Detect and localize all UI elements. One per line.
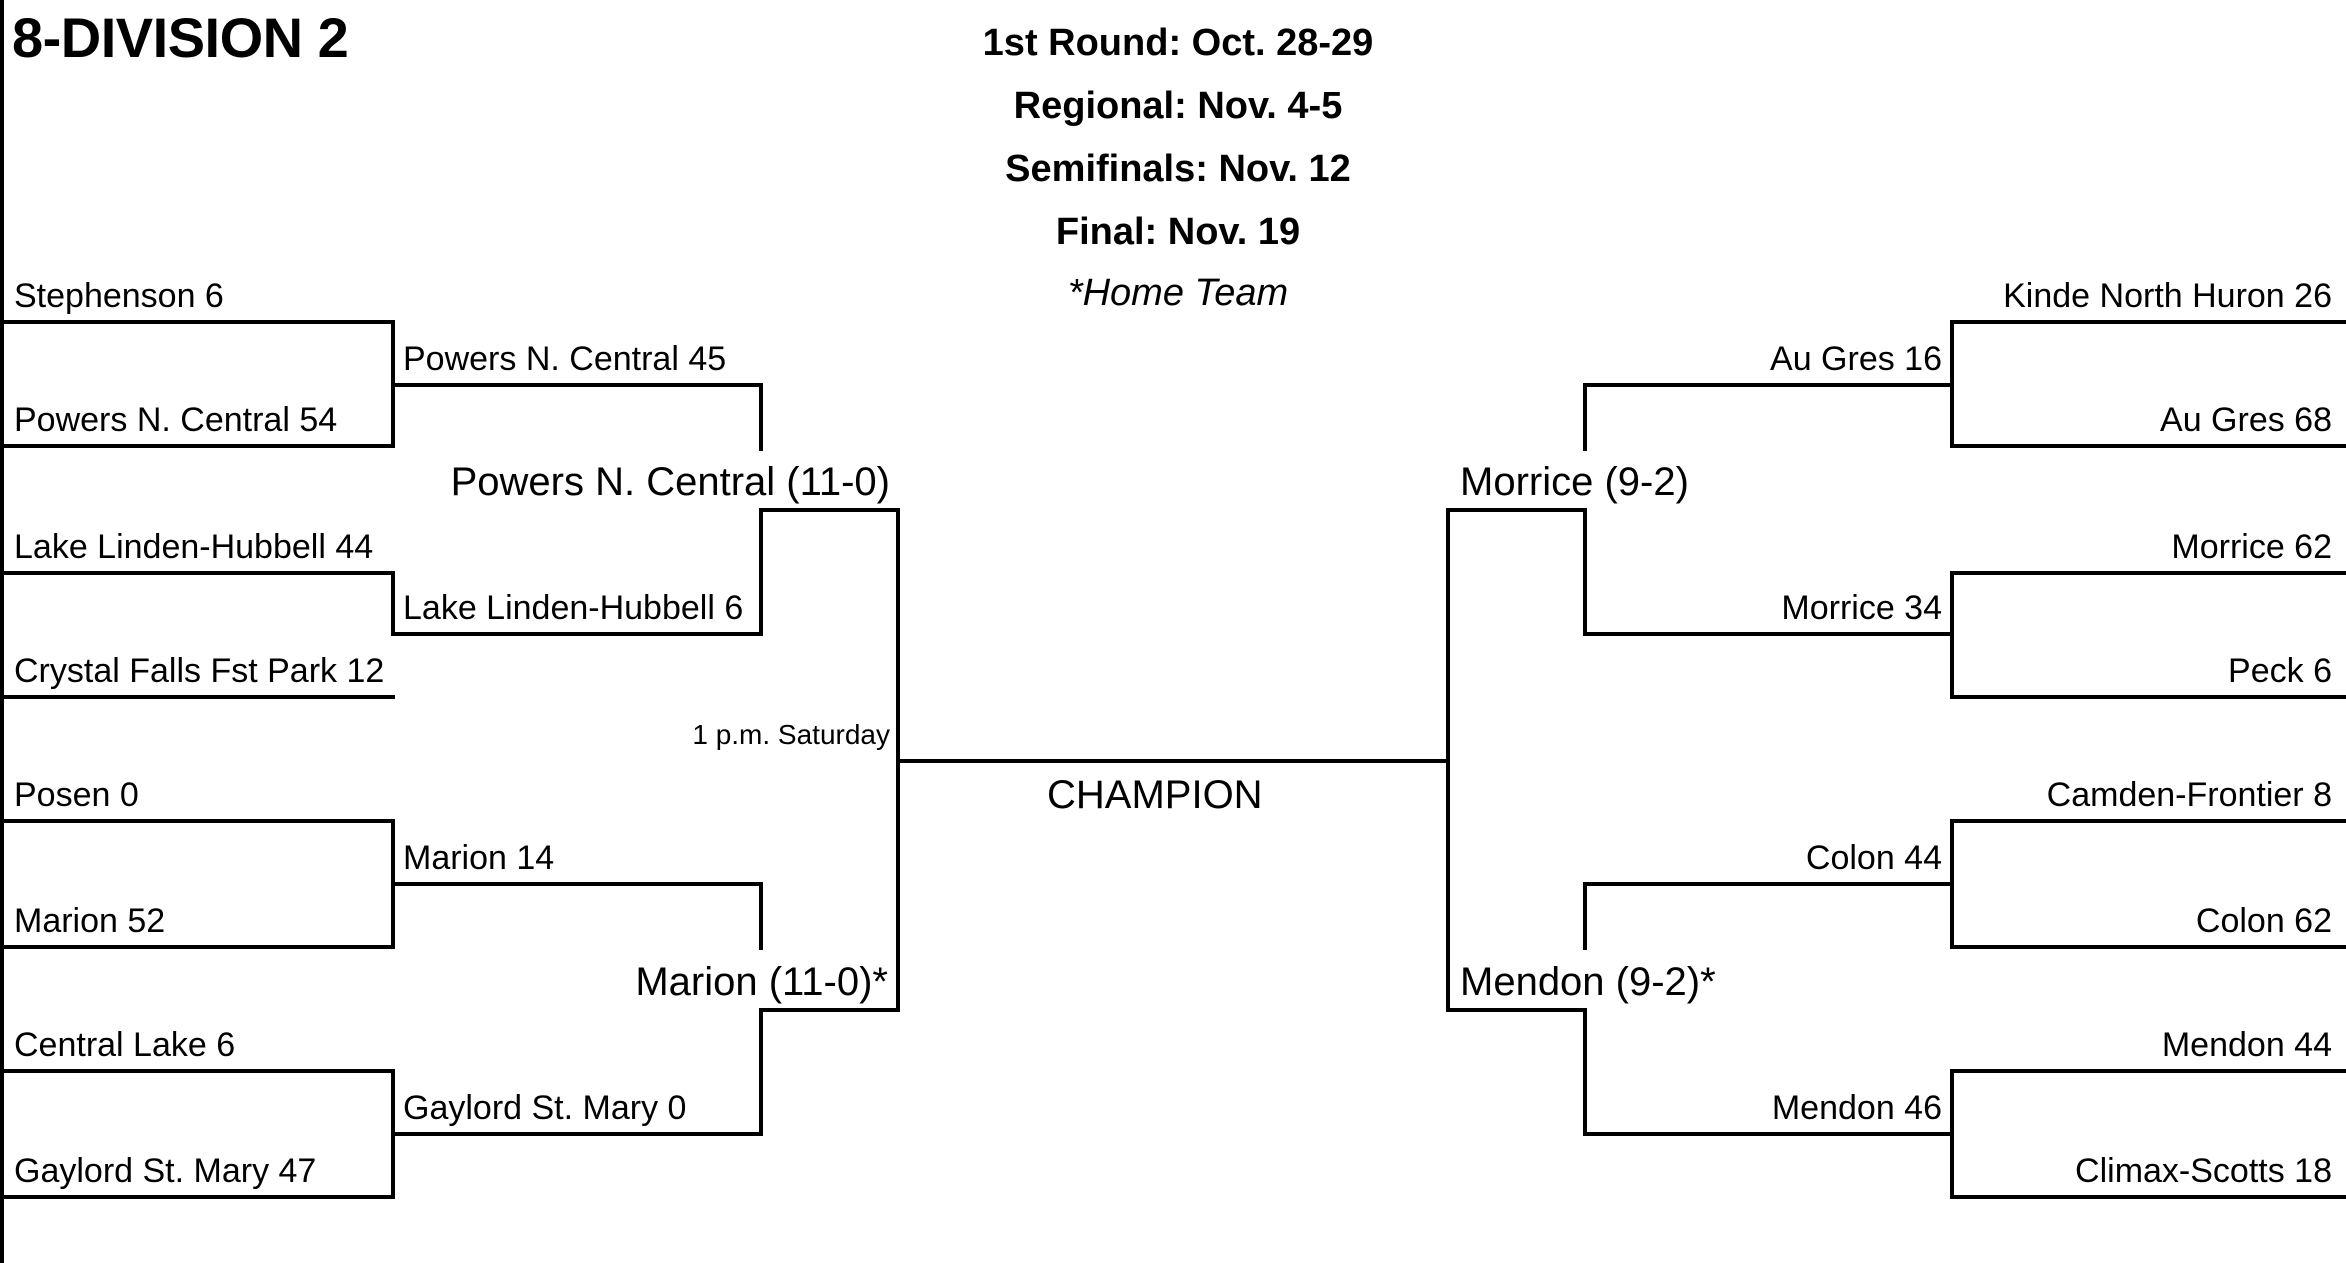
left-r1-team: Posen 0 — [14, 776, 139, 814]
right-regional-team: Mendon 46 — [1771, 1089, 1942, 1127]
schedule-first-round: 1st Round: Oct. 28-29 — [982, 22, 1374, 64]
right-r1-team: Colon 62 — [2195, 902, 2332, 940]
left-r1-team: Lake Linden-Hubbell 44 — [14, 528, 374, 566]
right-semifinal-team: Morrice (9-2) — [1460, 460, 1689, 504]
right-regional-team: Au Gres 16 — [1770, 340, 1942, 378]
left-r1-team: Stephenson 6 — [14, 277, 224, 315]
left-r1-team: Crystal Falls Fst Park 12 — [14, 652, 385, 690]
game-time-note: 1 p.m. Saturday — [692, 719, 890, 750]
left-semifinal-team: Powers N. Central (11-0) — [450, 460, 890, 504]
champion-label: CHAMPION — [1047, 773, 1263, 817]
right-r1-team: Peck 6 — [2228, 652, 2332, 690]
right-semifinal-team: Mendon (9-2)* — [1460, 960, 1716, 1004]
left-regional-team: Powers N. Central 45 — [403, 340, 727, 378]
left-r1-team: Gaylord St. Mary 47 — [14, 1152, 317, 1190]
left-regional-team: Gaylord St. Mary 0 — [403, 1089, 687, 1127]
page-title: 8-DIVISION 2 — [12, 6, 349, 69]
right-r1-team: Kinde North Huron 26 — [2003, 277, 2332, 315]
right-r1-team: Climax-Scotts 18 — [2075, 1152, 2332, 1190]
schedule-regional: Regional: Nov. 4-5 — [1013, 85, 1343, 127]
right-r1-team: Morrice 62 — [2171, 528, 2332, 566]
left-regional-team: Marion 14 — [403, 839, 555, 877]
right-r1-team: Au Gres 68 — [2160, 401, 2332, 439]
home-team-note: *Home Team — [1067, 272, 1289, 314]
right-r1-team: Mendon 44 — [2161, 1026, 2332, 1064]
schedule-semifinals: Semifinals: Nov. 12 — [1005, 148, 1351, 190]
left-regional-team: Lake Linden-Hubbell 6 — [403, 589, 744, 627]
right-regional-team: Morrice 34 — [1781, 589, 1942, 627]
left-semifinal-team: Marion (11-0)* — [635, 960, 888, 1004]
right-regional-team: Colon 44 — [1805, 839, 1942, 877]
left-r1-team: Powers N. Central 54 — [14, 401, 338, 439]
left-r1-team: Marion 52 — [14, 902, 166, 940]
schedule-final: Final: Nov. 19 — [1055, 211, 1301, 253]
right-r1-team: Camden-Frontier 8 — [2046, 776, 2332, 814]
left-r1-team: Central Lake 6 — [14, 1026, 236, 1064]
